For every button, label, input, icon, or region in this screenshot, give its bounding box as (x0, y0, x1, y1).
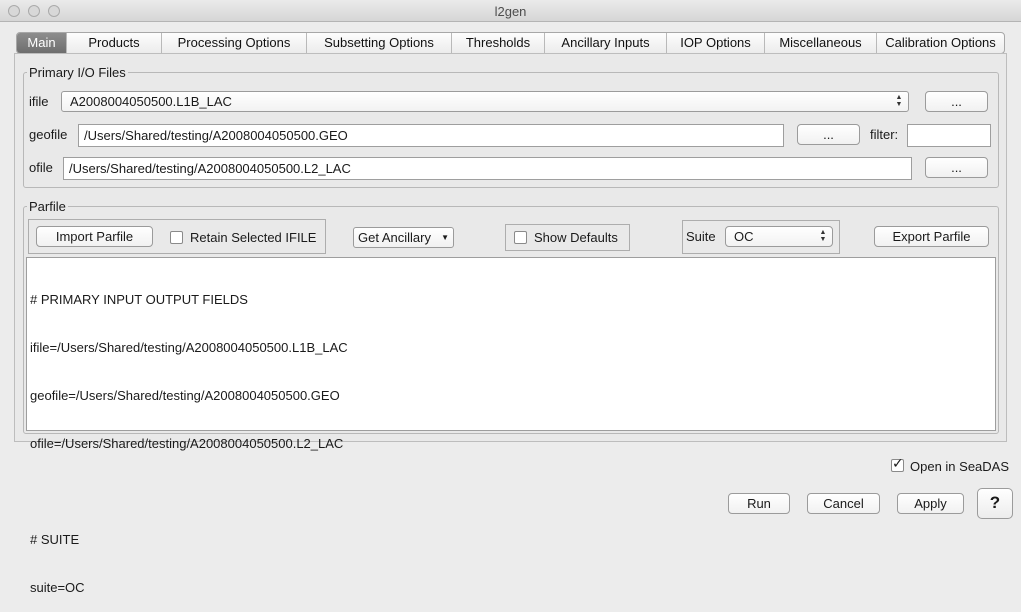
cancel-button[interactable]: Cancel (807, 493, 880, 514)
retain-ifile-label: Retain Selected IFILE (190, 230, 317, 245)
tab-products[interactable]: Products (67, 33, 162, 53)
open-seadas-label: Open in SeaDAS (910, 459, 1010, 474)
dropdown-arrow-icon: ▼ (441, 233, 449, 242)
parfile-line: # SUITE (30, 532, 80, 547)
parfile-line: suite=OC (30, 580, 85, 595)
parfile-line: ifile=/Users/Shared/testing/A20080040505… (30, 340, 348, 355)
suite-value: OC (734, 229, 754, 244)
parfile-legend: Parfile (27, 199, 68, 214)
filter-label: filter: (870, 127, 899, 142)
tab-ancillary-inputs[interactable]: Ancillary Inputs (545, 33, 667, 53)
filter-input[interactable] (907, 124, 991, 147)
import-parfile-button[interactable]: Import Parfile (36, 226, 153, 247)
get-ancillary-dropdown[interactable]: Get Ancillary ▼ (353, 227, 454, 248)
open-seadas-checkbox[interactable]: ✓ (891, 455, 904, 472)
run-button[interactable]: Run (728, 493, 790, 514)
show-defaults-checkbox[interactable] (514, 231, 527, 244)
ifile-label: ifile (29, 94, 49, 109)
parfile-line: geofile=/Users/Shared/testing/A200800405… (30, 388, 340, 403)
parfile-line: ofile=/Users/Shared/testing/A20080040505… (30, 436, 344, 451)
export-parfile-button[interactable]: Export Parfile (874, 226, 989, 247)
tab-thresholds[interactable]: Thresholds (452, 33, 545, 53)
get-ancillary-label: Get Ancillary (358, 230, 431, 245)
tab-calibration-options[interactable]: Calibration Options (877, 33, 1004, 53)
parfile-text-area[interactable]: # PRIMARY INPUT OUTPUT FIELDS ifile=/Use… (26, 257, 996, 595)
window-title: l2gen (494, 4, 527, 19)
ifile-value: A2008004050500.L1B_LAC (70, 94, 232, 109)
ifile-select[interactable]: A2008004050500.L1B_LAC ▲ ▼ (61, 91, 909, 112)
tab-miscellaneous[interactable]: Miscellaneous (765, 33, 877, 53)
retain-ifile-checkbox[interactable] (170, 231, 183, 244)
tab-iop-options[interactable]: IOP Options (667, 33, 765, 53)
parfile-line: # PRIMARY INPUT OUTPUT FIELDS (30, 292, 248, 307)
geofile-browse-button[interactable]: ... (797, 124, 860, 145)
suite-select[interactable]: OC ▲ ▼ (725, 226, 833, 247)
tab-processing-options[interactable]: Processing Options (162, 33, 307, 53)
show-defaults-label: Show Defaults (534, 230, 618, 245)
tab-subsetting-options[interactable]: Subsetting Options (307, 33, 452, 53)
updown-arrows-icon: ▲ ▼ (819, 229, 827, 243)
updown-arrows-icon: ▲ ▼ (895, 94, 903, 108)
geofile-label: geofile (29, 127, 68, 142)
ofile-browse-button[interactable]: ... (925, 157, 988, 178)
help-button[interactable]: ? (977, 488, 1013, 519)
tab-main[interactable]: Main (17, 33, 67, 53)
apply-button[interactable]: Apply (897, 493, 964, 514)
tab-bar: Main Products Processing Options Subsett… (16, 32, 1005, 54)
ofile-input[interactable]: /Users/Shared/testing/A2008004050500.L2_… (63, 157, 912, 180)
title-bar: l2gen (0, 0, 1021, 22)
ifile-browse-button[interactable]: ... (925, 91, 988, 112)
geofile-input[interactable]: /Users/Shared/testing/A2008004050500.GEO (78, 124, 784, 147)
checkmark-icon: ✓ (892, 455, 904, 471)
ofile-label: ofile (29, 160, 53, 175)
primary-io-legend: Primary I/O Files (27, 65, 128, 80)
suite-label: Suite (686, 229, 716, 244)
